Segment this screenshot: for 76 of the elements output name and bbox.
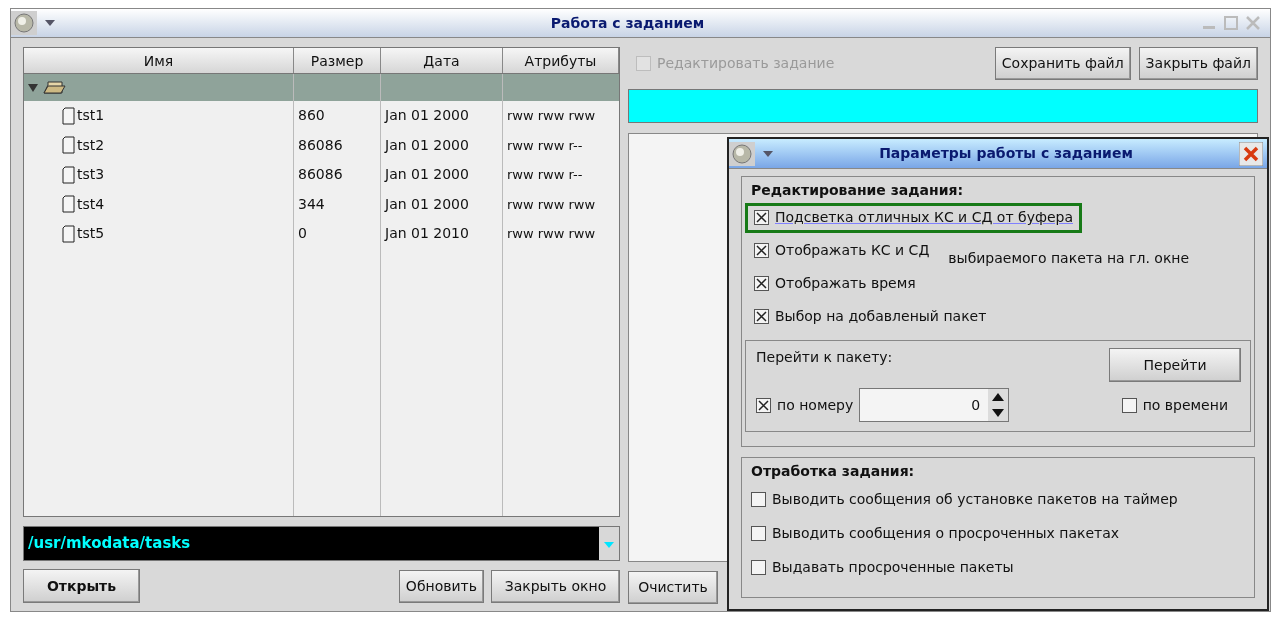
table-cell: Jan 01 2010	[381, 219, 503, 249]
option-note: выбираемого пакета на гл. окне	[948, 249, 1190, 268]
table-cell: Jan 01 2000	[381, 160, 503, 190]
app-icon[interactable]	[729, 141, 755, 166]
file-icon	[62, 136, 75, 155]
table-cell: 86086	[294, 160, 381, 190]
checkbox[interactable]	[1121, 397, 1137, 413]
file-icon	[62, 165, 75, 184]
table-cell-text: rww rww rww	[506, 225, 597, 244]
close-window-button[interactable]: Закрыть окно	[491, 569, 620, 603]
checkbox[interactable]	[754, 210, 769, 225]
spin-arrows-icon[interactable]	[988, 389, 1009, 421]
table-cell-text: rww rww rww	[506, 107, 597, 126]
checkbox-label: по времени	[1142, 395, 1228, 415]
file-row[interactable]: tst4 344 Jan 01 2000 rww rww rww	[24, 189, 619, 219]
file-icon	[62, 195, 75, 214]
number-spinbox[interactable]: 0	[859, 388, 1010, 422]
checkbox-label: по номеру	[777, 395, 854, 415]
file-row[interactable]: tst3 86086 Jan 01 2000 rww rww r--	[24, 160, 619, 190]
table-cell: Jan 01 2000	[381, 189, 503, 219]
caret-icon[interactable]	[763, 150, 773, 157]
folder-icon	[42, 80, 66, 95]
option-checkbox[interactable]: Отображать КС и СД	[745, 235, 939, 266]
checkbox[interactable]	[751, 559, 766, 575]
refresh-button[interactable]: Обновить	[398, 569, 484, 603]
expander-icon[interactable]	[28, 83, 38, 92]
file-name: tst1	[77, 106, 105, 126]
path-combo[interactable]: /usr/mkodata/tasks	[23, 526, 620, 561]
table-cell: 0	[294, 219, 381, 249]
table-cell: Jan 01 2000	[381, 130, 503, 160]
table-cell: 860	[294, 101, 381, 131]
checkbox[interactable]	[754, 309, 769, 324]
checkbox-label: Выдавать просроченные пакеты	[772, 557, 1014, 577]
file-row[interactable]: tst1 860 Jan 01 2000 rww rww rww	[24, 101, 619, 131]
file-icon	[62, 224, 75, 243]
file-name: tst5	[77, 224, 105, 244]
option-checkbox[interactable]: Отображать время	[745, 268, 925, 299]
file-button[interactable]: Закрыть файл	[1138, 47, 1258, 80]
dialog-title: Параметры работы с заданием	[878, 144, 1134, 163]
checkbox[interactable]	[756, 397, 771, 413]
checkbox[interactable]	[751, 525, 766, 541]
checkbox[interactable]	[754, 276, 769, 291]
group-label: Перейти к пакету:	[756, 348, 893, 367]
checkbox[interactable]	[751, 491, 766, 507]
close-icon[interactable]	[1239, 141, 1263, 166]
column-header[interactable]: Размер	[294, 48, 381, 73]
section-title: Отработка задания:	[751, 462, 916, 481]
window-title: Работа с заданием	[549, 13, 706, 33]
checkbox-label: Выводить сообщения об установке пакетов на таймер	[772, 489, 1178, 509]
checkbox-label: Выводить сообщения о просроченных пакетах	[772, 523, 1120, 543]
app-icon[interactable]	[11, 11, 37, 35]
file-icon	[62, 106, 75, 125]
table-cell: 86086	[294, 130, 381, 160]
checkbox-label: Редактировать задание	[657, 54, 835, 73]
file-name: tst4	[77, 194, 105, 214]
file-name: tst2	[77, 135, 105, 155]
section-title: Редактирование задания:	[750, 181, 965, 200]
column-header[interactable]: Имя	[24, 48, 294, 73]
column-header[interactable]: Дата	[381, 48, 503, 73]
table-cell: Jan 01 2000	[381, 101, 503, 131]
option-checkbox[interactable]: Выбор на добавленый пакет	[745, 301, 996, 332]
table-cell-text: rww rww rww	[506, 195, 597, 214]
file-row[interactable]: tst5 0 Jan 01 2010 rww rww rww	[24, 219, 619, 249]
table-cell-text: rww rww r--	[506, 166, 584, 185]
table-cell-text: rww rww r--	[506, 136, 584, 155]
file-row[interactable]: tst2 86086 Jan 01 2000 rww rww r--	[24, 130, 619, 160]
open-button[interactable]: Открыть	[23, 569, 140, 603]
option-checkbox[interactable]: Подсветка отличных КС и СД от буфера	[745, 202, 1082, 233]
table-cell: 344	[294, 189, 381, 219]
checkbox[interactable]	[754, 243, 769, 258]
column-header[interactable]: Атрибуты	[503, 48, 619, 73]
goto-button[interactable]: Перейти	[1109, 348, 1241, 382]
file-name: tst3	[77, 165, 105, 185]
file-button[interactable]: Сохранить файл	[994, 47, 1131, 80]
caret-icon[interactable]	[45, 20, 55, 26]
clear-button[interactable]: Очистить	[628, 571, 718, 604]
